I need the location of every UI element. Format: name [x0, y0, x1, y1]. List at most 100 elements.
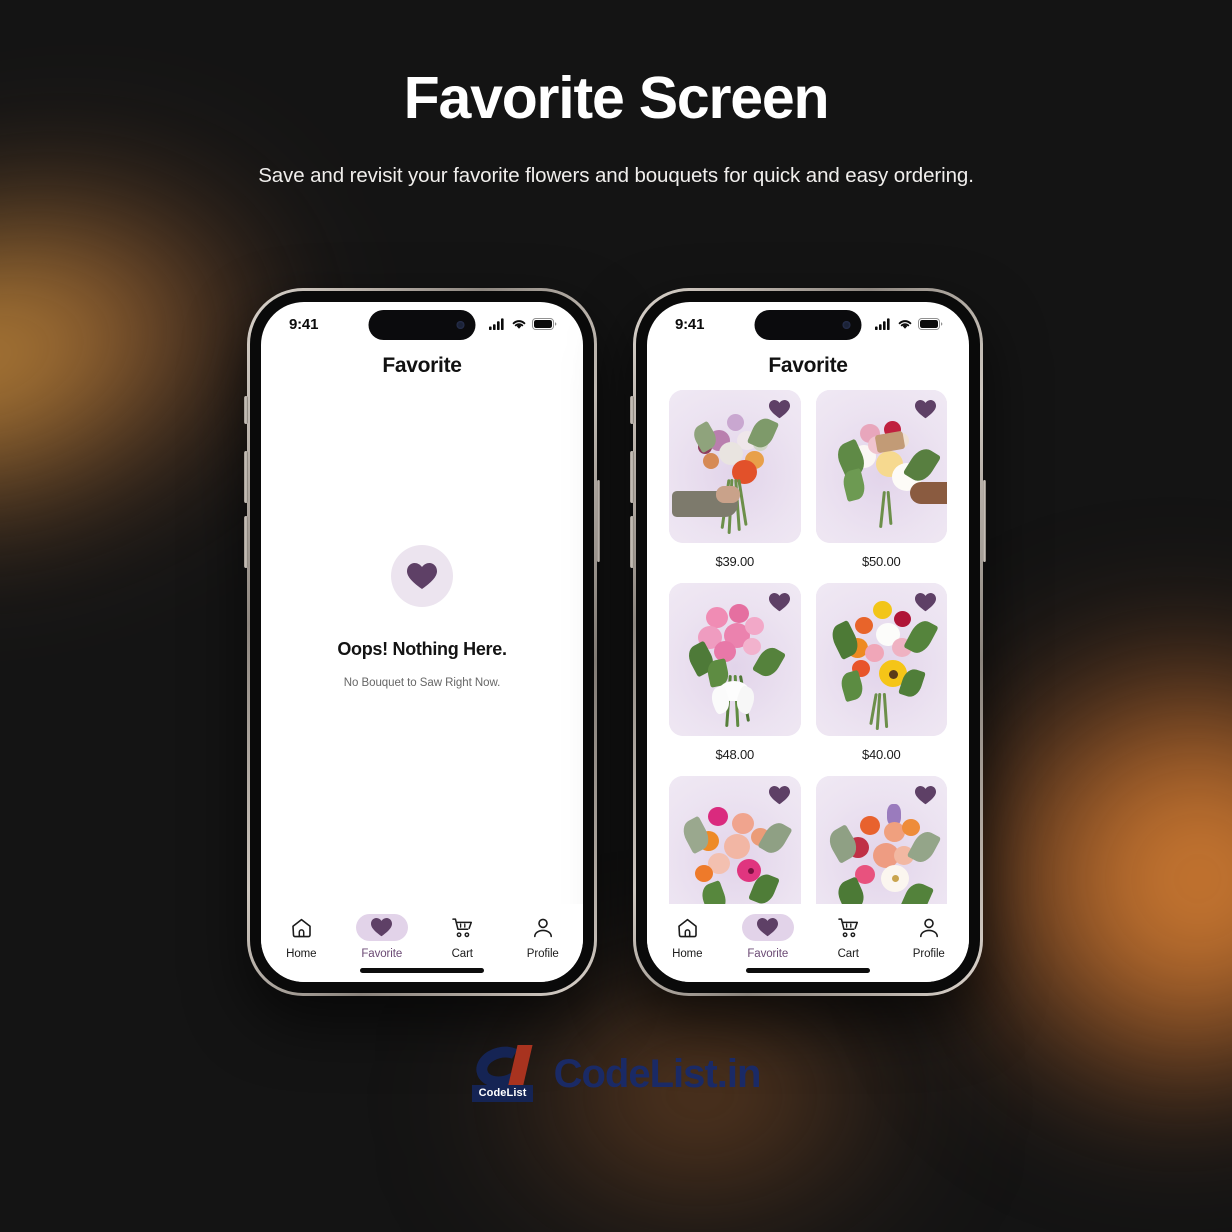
- battery-icon: [918, 318, 943, 330]
- status-bar: 9:41: [261, 302, 583, 346]
- phone-mockups: 9:41 Favorite Oops! Nothing Here. No Bou…: [0, 288, 1232, 1000]
- nav-label-profile: Profile: [912, 948, 945, 960]
- nav-item-profile[interactable]: Profile: [894, 914, 964, 960]
- page-header: Favorite Screen Save and revisit your fa…: [0, 0, 1232, 188]
- silence-switch[interactable]: [630, 396, 634, 424]
- status-time: 9:41: [675, 315, 705, 333]
- empty-state: Oops! Nothing Here. No Bouquet to Saw Ri…: [261, 390, 583, 904]
- wifi-icon: [898, 320, 912, 329]
- phone-mockup-empty-state: 9:41 Favorite Oops! Nothing Here. No Bou…: [244, 288, 600, 996]
- home-indicator[interactable]: [360, 968, 484, 973]
- battery-icon: [532, 318, 557, 330]
- phone-mockup-favorites-grid: 9:41 Favorite $39.00 $50.00 $48.00 $40.0…: [630, 288, 986, 996]
- power-button[interactable]: [982, 480, 986, 562]
- nav-item-favorite[interactable]: Favorite: [347, 914, 417, 960]
- person-icon: [919, 918, 938, 937]
- front-camera-icon: [456, 321, 465, 329]
- favorite-heart-icon[interactable]: [915, 593, 936, 612]
- app-header-title: Favorite: [768, 354, 848, 377]
- favorite-price: $39.00: [715, 554, 755, 569]
- status-icons: [875, 318, 943, 330]
- cart-icon: [451, 917, 472, 937]
- status-time: 9:41: [289, 315, 319, 333]
- bottom-navigation: Home Favorite Cart Profile: [647, 904, 969, 982]
- favorite-card[interactable]: [669, 776, 801, 904]
- volume-up-button[interactable]: [244, 451, 248, 503]
- nav-icon-wrap-favorite: [741, 914, 794, 941]
- footer-logo: CodeList CodeList.in: [0, 1041, 1232, 1106]
- nav-icon-wrap-profile: [903, 914, 955, 941]
- nav-item-cart[interactable]: Cart: [427, 914, 497, 960]
- heart-icon: [407, 562, 437, 589]
- favorite-price: $40.00: [861, 747, 901, 762]
- empty-state-subtitle: No Bouquet to Saw Right Now.: [343, 677, 501, 689]
- volume-down-button[interactable]: [244, 516, 248, 568]
- home-icon: [677, 918, 697, 937]
- power-button[interactable]: [596, 480, 600, 562]
- phone-screen-favorites: 9:41 Favorite $39.00 $50.00 $48.00 $40.0…: [647, 302, 969, 982]
- logo-wordmark: CodeList.in: [553, 1051, 762, 1096]
- favorite-heart-icon[interactable]: [915, 786, 936, 805]
- status-bar: 9:41: [647, 302, 969, 346]
- front-camera-icon: [842, 321, 851, 329]
- codelist-logo-mark: CodeList: [471, 1041, 548, 1103]
- volume-down-button[interactable]: [630, 516, 634, 568]
- volume-up-button[interactable]: [630, 451, 634, 503]
- nav-icon-wrap-home: [275, 914, 327, 941]
- phone-bezel: 9:41: [636, 291, 980, 993]
- home-indicator[interactable]: [746, 968, 870, 973]
- page-subtitle: Save and revisit your favorite flowers a…: [258, 164, 974, 187]
- app-header: Favorite: [647, 346, 969, 390]
- wifi-icon: [512, 320, 526, 329]
- person-icon: [533, 918, 552, 937]
- favorites-grid[interactable]: $39.00 $50.00 $48.00 $40.00: [647, 390, 969, 904]
- dynamic-island: [754, 310, 862, 340]
- phone-screen-empty: 9:41 Favorite Oops! Nothing Here. No Bou…: [261, 302, 583, 982]
- favorite-heart-icon[interactable]: [768, 400, 790, 419]
- nav-label-profile: Profile: [526, 948, 559, 960]
- favorite-price: $50.00: [861, 554, 901, 569]
- silence-switch[interactable]: [244, 396, 248, 424]
- favorite-card[interactable]: $48.00: [669, 583, 801, 762]
- nav-item-cart[interactable]: Cart: [813, 914, 883, 960]
- favorite-heart-icon[interactable]: [768, 786, 790, 805]
- nav-item-profile[interactable]: Profile: [508, 914, 578, 960]
- empty-state-title: Oops! Nothing Here.: [337, 639, 507, 659]
- home-icon: [291, 918, 311, 937]
- app-header: Favorite: [261, 346, 583, 390]
- nav-item-home[interactable]: Home: [266, 914, 336, 960]
- heart-icon: [757, 918, 779, 937]
- nav-item-favorite[interactable]: Favorite: [733, 914, 803, 960]
- nav-icon-wrap-home: [661, 914, 713, 941]
- logo-tag-label: CodeList: [471, 1085, 534, 1102]
- cart-icon: [837, 917, 858, 937]
- favorite-card[interactable]: $50.00: [815, 390, 947, 569]
- background-glow-bottom: [480, 992, 920, 1232]
- favorite-heart-icon[interactable]: [768, 593, 790, 612]
- cellular-signal-icon: [875, 318, 890, 330]
- nav-label-home: Home: [672, 948, 703, 960]
- empty-state-icon-circle: [391, 545, 453, 607]
- nav-icon-wrap-favorite: [355, 914, 408, 941]
- favorite-card[interactable]: [815, 776, 947, 904]
- nav-label-home: Home: [286, 948, 317, 960]
- favorite-price: $48.00: [715, 747, 755, 762]
- nav-label-cart: Cart: [837, 948, 859, 960]
- nav-item-home[interactable]: Home: [652, 914, 722, 960]
- favorite-card[interactable]: $39.00: [669, 390, 801, 569]
- favorite-card[interactable]: $40.00: [815, 583, 947, 762]
- nav-icon-wrap-profile: [517, 914, 569, 941]
- nav-icon-wrap-cart: [436, 914, 488, 941]
- nav-icon-wrap-cart: [822, 914, 874, 941]
- bottom-navigation: Home Favorite Cart Profile: [261, 904, 583, 982]
- page-title: Favorite Screen: [403, 65, 830, 131]
- cellular-signal-icon: [489, 318, 504, 330]
- phone-bezel: 9:41: [250, 291, 594, 993]
- favorite-heart-icon[interactable]: [915, 400, 936, 419]
- nav-label-cart: Cart: [451, 948, 473, 960]
- nav-label-favorite: Favorite: [361, 948, 403, 960]
- nav-label-favorite: Favorite: [747, 948, 789, 960]
- status-icons: [489, 318, 557, 330]
- app-header-title: Favorite: [382, 354, 462, 377]
- dynamic-island: [368, 310, 476, 340]
